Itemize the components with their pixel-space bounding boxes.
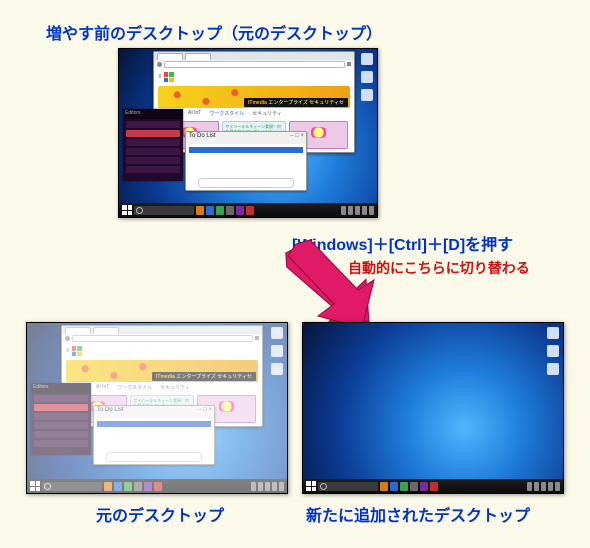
taskbar <box>119 203 377 217</box>
taskbar-app <box>236 206 244 215</box>
desktop-before: ≡ ITmedia エンタープライズ セキュリティセ クラウド AI IoT ワ… <box>118 48 378 218</box>
address-bar <box>154 60 354 68</box>
todo-item <box>189 147 303 153</box>
chat-channel <box>126 121 180 128</box>
site-nav: クラウド AI IoT ワークスタイル セキュリティ <box>154 108 354 119</box>
desktop-icons <box>547 327 559 375</box>
site-logo-row: ≡ <box>154 68 354 86</box>
nav-workstyle: ワークスタイル <box>209 110 244 117</box>
shortcut-label: [Windows]＋[Ctrl]＋[D]を押す <box>292 231 513 255</box>
todo-input <box>198 178 294 188</box>
desktop-original-dimmed: ≡ ITmedia エンタープライズ セキュリティセ クラウド AI IoT ワ… <box>26 322 288 494</box>
chat-channel <box>126 166 180 173</box>
taskbar-app <box>246 206 254 215</box>
taskbar-app <box>216 206 224 215</box>
browser-tabs <box>154 52 354 60</box>
taskbar <box>303 479 563 493</box>
taskbar-search <box>318 482 378 491</box>
chat-app-window: Editors <box>123 109 183 181</box>
ad-banner: ITmedia エンタープライズ セキュリティセ <box>158 86 350 108</box>
nav-ai: AI IoT <box>188 110 201 117</box>
chat-channel-active <box>126 130 180 137</box>
label-original-desktop: 元のデスクトップ <box>96 502 224 526</box>
label-added-desktop: 新たに追加されたデスクトップ <box>306 502 530 526</box>
taskbar-app <box>196 206 204 215</box>
chat-app-title: Editors <box>123 109 183 119</box>
open-windows: ≡ ITmedia エンタープライズ セキュリティセ クラウド AI IoT ワ… <box>123 51 373 201</box>
banner-text: エンタープライズ セキュリティセ <box>268 100 344 106</box>
chat-channel <box>126 148 180 155</box>
switch-note: 自動的にこちらに切り替わる <box>348 258 530 278</box>
taskbar-app <box>226 206 234 215</box>
title-before-desktop: 増やす前のデスクトップ（元のデスクトップ） <box>46 20 382 44</box>
chat-channel <box>126 157 180 164</box>
wallpaper <box>303 323 563 493</box>
start-button-icon <box>122 205 132 215</box>
system-tray <box>341 206 374 215</box>
todo-window: To Do List – □ × <box>185 131 307 191</box>
start-button-icon <box>306 481 316 491</box>
chat-channel <box>126 139 180 146</box>
todo-title: To Do List <box>189 133 216 139</box>
nav-security: セキュリティ <box>252 110 282 117</box>
window-controls-icon: – □ × <box>290 133 304 139</box>
dim-overlay <box>27 323 287 493</box>
desktop-new <box>302 322 564 494</box>
taskbar-search <box>134 206 194 215</box>
banner-brand: ITmedia <box>248 100 267 106</box>
taskbar-app <box>206 206 214 215</box>
